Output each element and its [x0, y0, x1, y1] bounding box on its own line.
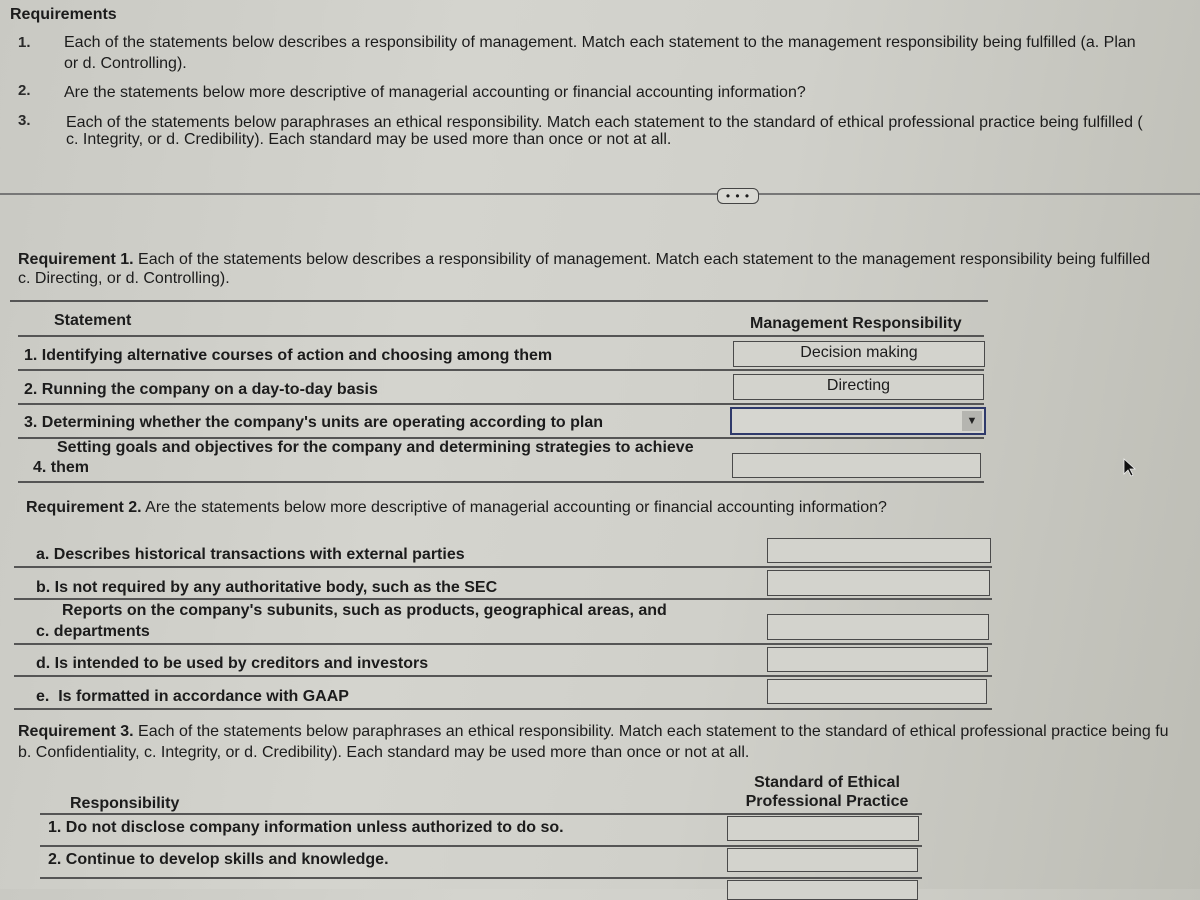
requirement-3-number: 3.	[18, 112, 31, 129]
req3-row-1-standard-select[interactable]	[727, 816, 919, 841]
req1-row-1-responsibility-select[interactable]: Decision making	[733, 341, 985, 367]
req2-row-a-answer-select[interactable]	[767, 538, 991, 563]
row-number: 2.	[48, 851, 62, 868]
requirement-3-text-line2: c. Integrity, or d. Credibility). Each s…	[66, 131, 672, 148]
req3-col-responsibility: Responsibility	[70, 795, 180, 812]
req2-row-c-statement-line2: c. departments	[36, 623, 150, 641]
req2-row-e-statement: e. Is formatted in accordance with GAAP	[36, 688, 349, 706]
row-number: 2.	[24, 381, 38, 398]
req2-heading-label: Requirement 2.	[26, 499, 142, 516]
row-divider	[14, 598, 992, 600]
mouse-pointer-icon	[1123, 458, 1136, 477]
row-text: Is not required by any authoritative bod…	[54, 579, 498, 596]
req3-row-2-responsibility: 2. Continue to develop skills and knowle…	[48, 851, 389, 869]
row-divider	[14, 643, 992, 645]
row-letter: c.	[36, 623, 50, 640]
req3-heading-line2: b. Confidentiality, c. Integrity, or d. …	[18, 744, 750, 761]
req2-row-c-answer-select[interactable]	[767, 614, 989, 640]
req3-heading-label: Requirement 3.	[18, 723, 134, 740]
req3-row-1-responsibility: 1. Do not disclose company information u…	[48, 819, 564, 837]
req3-row-2-standard-select[interactable]	[727, 848, 918, 872]
req2-row-e-answer-select[interactable]	[767, 679, 987, 704]
row-number: 1.	[24, 347, 38, 364]
req3-header-rule	[40, 813, 922, 815]
requirement-1-text-line2: or d. Controlling).	[64, 55, 187, 72]
requirement-1-number: 1.	[18, 34, 31, 51]
row-text: Determining whether the company's units …	[41, 414, 604, 431]
row-divider	[14, 675, 992, 677]
req1-row-4-statement-line2: 4. them	[33, 459, 89, 477]
req3-row-3-standard-select-partial[interactable]	[727, 880, 918, 900]
row-text: Is intended to be used by creditors and …	[54, 655, 429, 672]
row-number: 4.	[33, 459, 47, 476]
req1-row-4-responsibility-select[interactable]	[732, 453, 981, 478]
req2-row-b-statement: b. Is not required by any authoritative …	[36, 579, 497, 597]
req2-heading-text: Are the statements below more descriptiv…	[141, 499, 887, 516]
section-divider	[0, 193, 1200, 195]
row-divider	[40, 877, 922, 879]
req1-col-statement: Statement	[54, 312, 132, 329]
req1-heading-line1: Requirement 1. Each of the statements be…	[18, 251, 1150, 269]
req1-col-management-responsibility: Management Responsibility	[750, 315, 962, 332]
dropdown-arrow-icon[interactable]: ▼	[962, 411, 982, 431]
req1-header-rule	[18, 335, 984, 337]
req1-row-3-statement: 3. Determining whether the company's uni…	[24, 414, 603, 432]
requirement-2-text: Are the statements below more descriptiv…	[64, 84, 806, 101]
row-divider	[18, 481, 984, 483]
row-letter: e.	[36, 688, 50, 705]
row-letter: d.	[36, 655, 51, 672]
req1-row-4-statement-line1: Setting goals and objectives for the com…	[57, 439, 694, 456]
req2-row-d-statement: d. Is intended to be used by creditors a…	[36, 655, 428, 673]
row-letter: b.	[36, 579, 51, 596]
req1-heading-text: Each of the statements below describes a…	[133, 251, 1151, 268]
requirement-3-text-line1: Each of the statements below paraphrases…	[66, 114, 1143, 131]
requirements-title: Requirements	[10, 6, 117, 23]
row-text: Continue to develop skills and knowledge…	[65, 851, 389, 868]
requirement-1-text-line1: Each of the statements below describes a…	[64, 34, 1136, 51]
req3-heading-text: Each of the statements below paraphrases…	[133, 723, 1169, 740]
req3-heading-line1: Requirement 3. Each of the statements be…	[18, 723, 1169, 741]
row-text: Describes historical transactions with e…	[53, 546, 465, 563]
row-text: departments	[53, 623, 150, 640]
row-letter: a.	[36, 546, 50, 563]
req2-row-a-statement: a. Describes historical transactions wit…	[36, 546, 465, 564]
row-text: Is formatted in accordance with GAAP	[58, 688, 349, 705]
row-divider	[14, 708, 992, 710]
row-number: 1.	[48, 819, 62, 836]
req2-row-c-statement-line1: Reports on the company's subunits, such …	[62, 602, 667, 619]
row-divider	[18, 369, 984, 371]
row-number: 3.	[24, 414, 38, 431]
req2-row-b-answer-select[interactable]	[767, 570, 990, 596]
req3-col-standard-line2: Professional Practice	[745, 793, 909, 810]
req1-row-2-statement: 2. Running the company on a day-to-day b…	[24, 381, 378, 399]
req1-row-2-responsibility-select[interactable]: Directing	[733, 374, 984, 400]
row-divider	[40, 845, 922, 847]
req2-heading: Requirement 2. Are the statements below …	[26, 499, 887, 517]
expand-collapse-button[interactable]: • • •	[717, 188, 759, 204]
row-divider	[14, 566, 992, 568]
req3-col-standard-line1: Standard of Ethical	[754, 774, 900, 791]
req1-row-1-statement: 1. Identifying alternative courses of ac…	[24, 347, 552, 365]
row-text: them	[50, 459, 90, 476]
req1-heading-line2: c. Directing, or d. Controlling).	[18, 270, 230, 287]
row-text: Do not disclose company information unle…	[65, 819, 564, 836]
req2-row-d-answer-select[interactable]	[767, 647, 988, 672]
requirement-2-number: 2.	[18, 82, 31, 99]
row-text: Running the company on a day-to-day basi…	[41, 381, 378, 398]
row-text: Identifying alternative courses of actio…	[41, 347, 553, 364]
req1-heading-label: Requirement 1.	[18, 251, 134, 268]
req1-top-rule	[10, 300, 988, 302]
row-divider	[18, 403, 984, 405]
req1-row-3-responsibility-select[interactable]: ▼	[730, 407, 986, 435]
